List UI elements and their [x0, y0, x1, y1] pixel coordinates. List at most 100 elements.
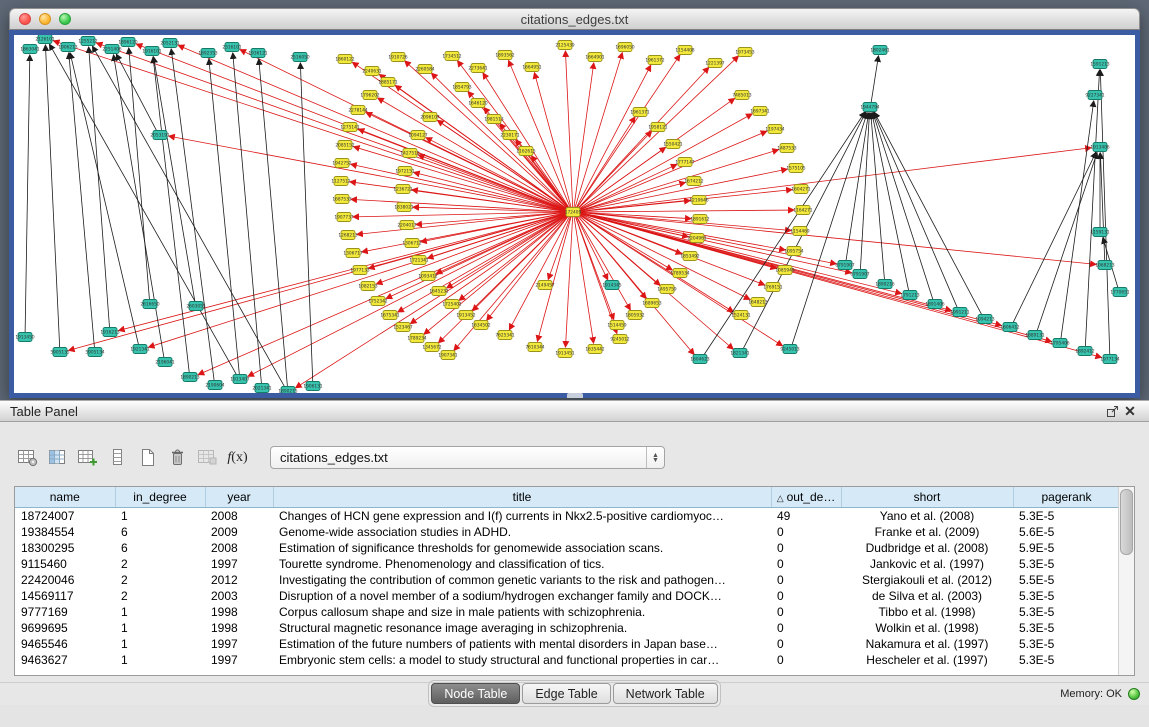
graph-node[interactable]: 1795406 — [1050, 339, 1069, 348]
graph-edge[interactable] — [566, 217, 573, 347]
graph-edge[interactable] — [509, 216, 569, 329]
graph-node[interactable]: 1769151 — [763, 283, 782, 292]
graph-node[interactable]: 1687533 — [332, 195, 351, 204]
graph-node[interactable]: 1689653 — [642, 299, 661, 308]
graph-node[interactable]: 1936121 — [248, 49, 267, 58]
graph-node[interactable]: 1891406 — [925, 300, 944, 309]
graph-node[interactable]: 7610344 — [525, 343, 544, 352]
graph-edge[interactable] — [296, 215, 567, 388]
delete-table-icon[interactable] — [164, 444, 191, 471]
graph-edge[interactable] — [871, 56, 878, 102]
row-functions-icon[interactable] — [104, 444, 131, 471]
graph-node[interactable]: 1082153 — [358, 282, 377, 291]
graph-node[interactable]: 1890216 — [875, 280, 894, 289]
graph-node[interactable]: 1770651 — [1110, 288, 1129, 297]
graph-node[interactable]: 1958121 — [648, 123, 667, 132]
graph-node[interactable]: 2149457 — [535, 281, 554, 290]
graph-node[interactable]: 1275141 — [340, 123, 359, 132]
graph-node[interactable]: 1550421 — [663, 140, 682, 149]
graph-node[interactable]: 1890215 — [278, 387, 297, 394]
graph-edge[interactable] — [580, 213, 1102, 357]
graph-node[interactable]: 1961371 — [630, 108, 649, 117]
graph-node[interactable]: 1977133 — [350, 266, 369, 275]
graph-node[interactable]: 2516050 — [290, 53, 309, 62]
graph-node[interactable]: 1789234 — [407, 334, 426, 343]
graph-node[interactable]: 1913407 — [230, 375, 249, 384]
column-header-title[interactable]: title — [273, 487, 771, 508]
graph-node[interactable]: 1805932 — [625, 311, 644, 320]
graph-node[interactable]: 1154469 — [790, 227, 809, 236]
network-canvas[interactable]: 1724091885171179620222781441275141208515… — [14, 35, 1135, 393]
graph-edge[interactable] — [578, 216, 695, 355]
graph-edge[interactable] — [1037, 153, 1097, 331]
column-header-in_degree[interactable]: in_degree — [115, 487, 205, 508]
graph-node[interactable]: 1094213 — [975, 315, 994, 324]
function-builder-icon[interactable]: f(x) — [224, 444, 251, 471]
graph-node[interactable]: 9245012 — [610, 335, 629, 344]
import-table-icon[interactable] — [194, 444, 221, 471]
table-row[interactable]: 911546021997Tourette syndrome. Phenomeno… — [15, 556, 1120, 572]
graph-node[interactable]: 1523467 — [393, 323, 412, 332]
graph-node[interactable]: 1068213 — [1095, 261, 1114, 270]
graph-node[interactable]: 2052131 — [160, 39, 179, 48]
graph-node[interactable]: 7485013 — [732, 91, 751, 100]
graph-node[interactable]: 1646120 — [468, 99, 487, 108]
graph-node[interactable]: 1674212 — [684, 177, 703, 186]
graph-node[interactable]: 5905135 — [50, 348, 69, 357]
graph-edge[interactable] — [580, 148, 1091, 212]
graph-node[interactable]: 2240631 — [362, 67, 381, 76]
graph-node[interactable]: 1907341 — [438, 351, 457, 360]
graph-node[interactable]: 1860122 — [335, 55, 354, 64]
graph-edge[interactable] — [45, 45, 59, 347]
graph-edge[interactable] — [580, 212, 1096, 264]
graph-edge[interactable] — [171, 49, 214, 380]
graph-node[interactable]: 1268213 — [338, 231, 357, 240]
graph-node[interactable]: 1913450 — [15, 333, 34, 342]
table-row[interactable]: 2242004622012Investigating the contribut… — [15, 572, 1120, 588]
graph-node[interactable]: 1973453 — [735, 48, 754, 57]
graph-edge[interactable] — [416, 212, 566, 224]
graph-node[interactable]: 1916101 — [142, 47, 161, 56]
graph-node[interactable]: 1575105 — [786, 164, 805, 173]
graph-node[interactable]: 2196041 — [155, 358, 174, 367]
graph-node[interactable]: 1675341 — [380, 311, 399, 320]
graph-node[interactable]: 2021341 — [252, 384, 271, 393]
graph-edge[interactable] — [565, 51, 572, 207]
graph-node[interactable]: 1942752 — [332, 159, 351, 168]
graph-node[interactable]: 2603055 — [186, 302, 205, 311]
graph-node[interactable]: 2204017 — [397, 221, 416, 230]
graph-node[interactable]: 1725401 — [442, 300, 461, 309]
graph-node[interactable]: 1885171 — [378, 78, 397, 87]
table-selector[interactable]: citations_edges.txt ▲▼ — [270, 446, 665, 469]
graph-node[interactable]: 1093412 — [418, 272, 437, 281]
table-scrollbar[interactable] — [1118, 487, 1134, 675]
graph-node[interactable]: 1606412 — [1000, 323, 1019, 332]
graph-edge[interactable] — [300, 63, 312, 381]
graph-node[interactable]: 6791907 — [850, 270, 869, 279]
table-row[interactable]: 969969511998Structural magnetic resonanc… — [15, 620, 1120, 636]
graph-edge[interactable] — [580, 169, 787, 211]
zoom-window-button[interactable] — [59, 13, 71, 25]
graph-edge[interactable] — [233, 53, 262, 383]
graph-node[interactable]: 1487533 — [777, 144, 796, 153]
graph-edge[interactable] — [578, 215, 733, 349]
table-row[interactable]: 1830029562008Estimation of significance … — [15, 540, 1120, 556]
graph-node[interactable]: 1913452 — [456, 311, 475, 320]
graph-node[interactable]: 1791213 — [900, 291, 919, 300]
graph-edge[interactable] — [578, 56, 738, 209]
graph-node[interactable]: 1892412 — [1075, 347, 1094, 356]
graph-edge[interactable] — [574, 217, 593, 343]
graph-node[interactable]: 1889131 — [1025, 331, 1044, 340]
graph-node[interactable]: 1863041 — [20, 45, 39, 54]
graph-node[interactable]: 2260584 — [415, 65, 434, 74]
graph-edge[interactable] — [1061, 101, 1094, 338]
graph-node[interactable]: 1635442 — [585, 345, 604, 354]
graph-node[interactable]: 1796202 — [360, 91, 379, 100]
graph-node[interactable]: 2053191 — [150, 131, 169, 140]
graph-edge[interactable] — [1100, 153, 1104, 260]
graph-edge[interactable] — [351, 164, 566, 211]
graph-edge[interactable] — [259, 59, 288, 386]
graph-node[interactable]: 1838021 — [394, 203, 413, 212]
graph-node[interactable]: 1734512 — [442, 52, 461, 61]
close-window-button[interactable] — [19, 13, 31, 25]
